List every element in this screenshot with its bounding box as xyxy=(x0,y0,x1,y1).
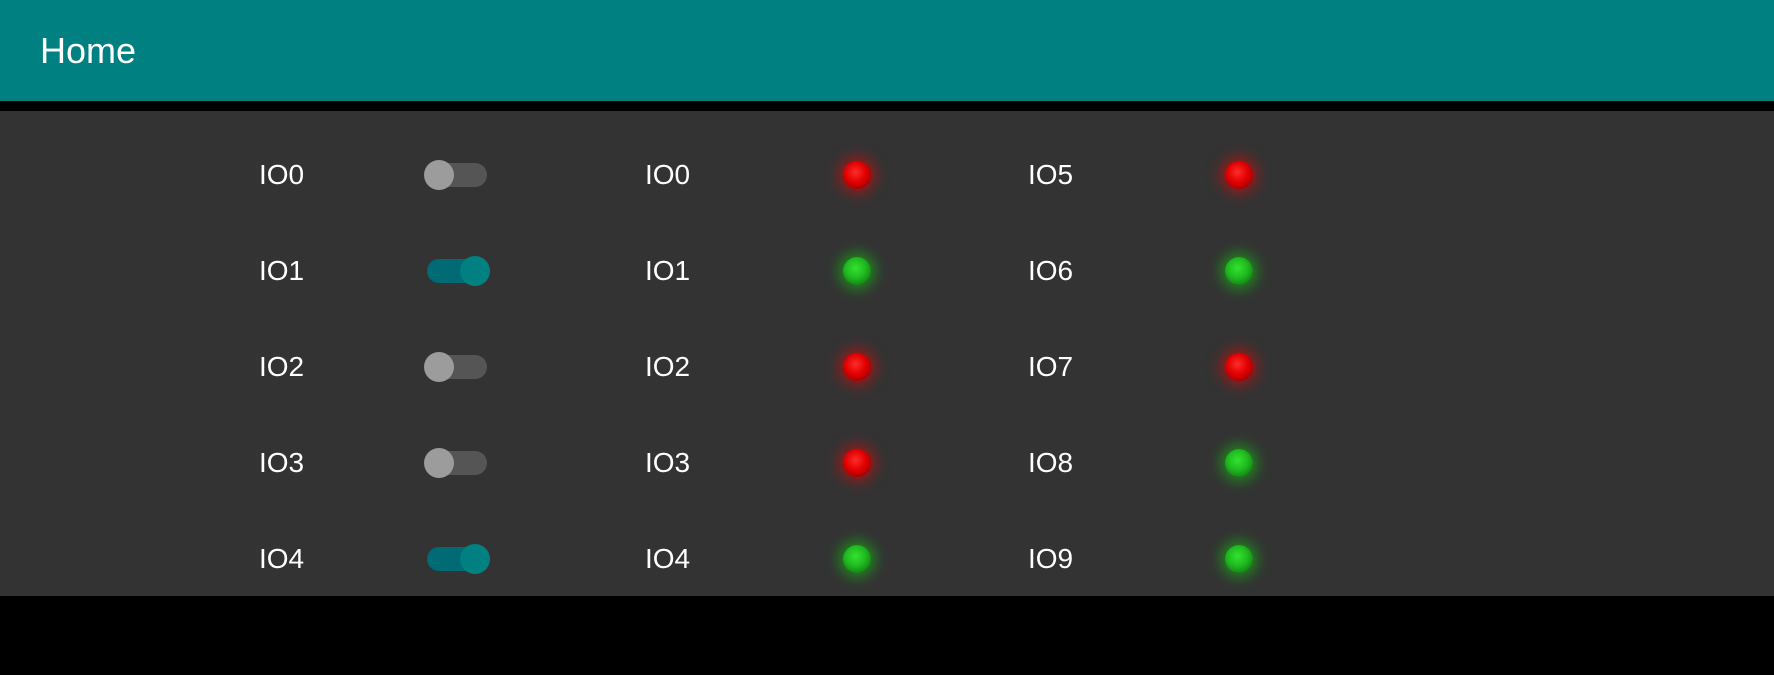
status-led xyxy=(843,257,871,285)
status-led xyxy=(1225,449,1253,477)
io-toggle[interactable] xyxy=(427,259,487,283)
header-separator xyxy=(0,101,1774,111)
switch-label: IO1 xyxy=(259,255,339,287)
status-led xyxy=(1225,257,1253,285)
led-label: IO0 xyxy=(645,159,725,191)
led-label: IO7 xyxy=(1028,351,1108,383)
led-label: IO6 xyxy=(1028,255,1108,287)
io-row: IO1 IO1 IO6 xyxy=(0,251,1774,291)
toggle-knob xyxy=(460,256,490,286)
io-toggle[interactable] xyxy=(427,547,487,571)
toggle-knob xyxy=(424,448,454,478)
led-label: IO5 xyxy=(1028,159,1108,191)
led-label: IO4 xyxy=(645,543,725,575)
switch-label: IO3 xyxy=(259,447,339,479)
led-label: IO9 xyxy=(1028,543,1108,575)
io-toggle[interactable] xyxy=(427,163,487,187)
switch-label: IO0 xyxy=(259,159,339,191)
page-title: Home xyxy=(40,30,136,72)
status-led xyxy=(843,449,871,477)
io-panel: IO0IO0IO5IO1IO1IO6IO2IO2IO7IO3IO3IO8IO4I… xyxy=(0,111,1774,596)
io-toggle[interactable] xyxy=(427,355,487,379)
io-row: IO3 IO3 IO8 xyxy=(0,443,1774,483)
io-row: IO4 IO4 IO9 xyxy=(0,539,1774,579)
toggle-knob xyxy=(424,352,454,382)
status-led xyxy=(1225,353,1253,381)
toggle-knob xyxy=(424,160,454,190)
status-led xyxy=(843,545,871,573)
led-label: IO1 xyxy=(645,255,725,287)
status-led xyxy=(1225,161,1253,189)
io-row: IO0 IO0 IO5 xyxy=(0,155,1774,195)
io-row: IO2 IO2 IO7 xyxy=(0,347,1774,387)
io-toggle[interactable] xyxy=(427,451,487,475)
led-label: IO3 xyxy=(645,447,725,479)
status-led xyxy=(1225,545,1253,573)
header-bar: Home xyxy=(0,0,1774,101)
status-led xyxy=(843,161,871,189)
led-label: IO2 xyxy=(645,351,725,383)
led-label: IO8 xyxy=(1028,447,1108,479)
toggle-knob xyxy=(460,544,490,574)
status-led xyxy=(843,353,871,381)
switch-label: IO2 xyxy=(259,351,339,383)
switch-label: IO4 xyxy=(259,543,339,575)
